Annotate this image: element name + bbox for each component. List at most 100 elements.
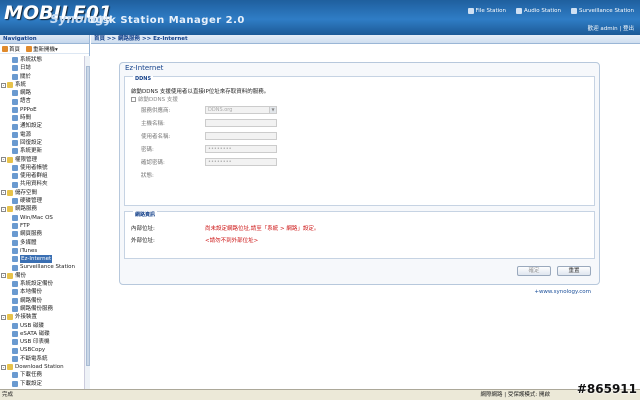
nav-folder[interactable]: - 外接裝置 xyxy=(0,313,84,321)
collapse-toggle-icon[interactable]: - xyxy=(1,364,6,370)
collapse-toggle-icon[interactable]: - xyxy=(1,157,6,163)
page-icon xyxy=(12,264,18,271)
home-icon xyxy=(2,45,8,52)
page-icon xyxy=(12,73,18,80)
nav-item-label: 系統 xyxy=(15,81,27,88)
folder-icon xyxy=(7,156,13,163)
nav-scrollbar[interactable] xyxy=(84,56,90,389)
audio-station-link[interactable]: Audio Station xyxy=(516,8,561,14)
chevron-down-icon: ▼ xyxy=(269,107,276,113)
nav-item[interactable]: iTunes xyxy=(0,247,84,255)
nav-item[interactable]: FTP xyxy=(0,222,84,230)
nav-item-label: 系統狀態 xyxy=(20,57,43,63)
nav-folder[interactable]: - 權限管理 xyxy=(0,156,84,164)
nav-item[interactable]: 系統狀態 xyxy=(0,56,84,64)
nav-item-label: 下載任務 xyxy=(20,372,43,379)
nav-item[interactable]: 語言 xyxy=(0,97,84,105)
reboot-icon xyxy=(26,45,33,52)
nav-item[interactable]: 網路備份服務 xyxy=(0,305,84,313)
reboot-button[interactable]: 重新開機▾ xyxy=(26,45,58,53)
provider-select[interactable]: DDNS.org ▼ xyxy=(205,106,277,114)
nav-item[interactable]: 本地備份 xyxy=(0,288,84,296)
nav-folder[interactable]: - 網路服務 xyxy=(0,205,84,213)
username-label: 使用者名稱: xyxy=(141,134,171,140)
surveillance-station-icon xyxy=(570,8,577,14)
collapse-toggle-icon[interactable]: - xyxy=(1,190,6,196)
nav-item[interactable]: 多媒體 xyxy=(0,239,84,247)
folder-icon xyxy=(7,82,13,89)
collapse-toggle-icon[interactable]: - xyxy=(1,314,6,320)
nav-item-label: 語言 xyxy=(20,98,32,105)
nav-item[interactable]: 下載設定 xyxy=(0,380,84,388)
nav-item[interactable]: 共用資料夾 xyxy=(0,180,84,188)
page-icon xyxy=(12,198,18,205)
page-icon xyxy=(12,281,18,288)
nav-item[interactable]: 網路備份 xyxy=(0,297,84,305)
hostname-field[interactable] xyxy=(205,119,277,127)
user-logout[interactable]: 歡迎 admin | 登出 xyxy=(588,24,634,32)
audio-station-icon xyxy=(516,8,523,14)
password-field[interactable]: •••••••• xyxy=(205,145,277,153)
nav-item[interactable]: USBCopy xyxy=(0,346,84,354)
header-bar: MOBILE01 Synology Disk Station Manager 2… xyxy=(0,0,640,35)
nav-item[interactable]: 日誌 xyxy=(0,64,84,72)
nav-item[interactable]: 系統更新 xyxy=(0,147,84,155)
nav-item-label: 使用者帳號 xyxy=(20,164,48,171)
apply-button[interactable]: 確定 xyxy=(517,266,551,276)
nav-item[interactable]: PPPoE xyxy=(0,106,84,114)
nav-item[interactable]: 使用者群組 xyxy=(0,172,84,180)
nav-item[interactable]: Win/Mac OS xyxy=(0,214,84,222)
username-field[interactable] xyxy=(205,132,277,140)
nav-item[interactable]: 電源 xyxy=(0,131,84,139)
nav-folder[interactable]: - 備份 xyxy=(0,272,84,280)
nav-item[interactable]: USB 印表機 xyxy=(0,338,84,346)
nav-item[interactable]: 回復設定 xyxy=(0,139,84,147)
internal-address-value: 尚未設定網路位址,請至「系統 > 網路」設定。 xyxy=(205,226,320,232)
page-icon xyxy=(12,306,18,313)
nav-item-label: FTP xyxy=(20,222,30,229)
nav-item[interactable]: eSATA 磁碟 xyxy=(0,330,84,338)
nav-item-label: 網路服務 xyxy=(15,206,38,213)
nav-item[interactable]: 通知設定 xyxy=(0,122,84,130)
nav-item[interactable]: Surveillance Station xyxy=(0,263,84,271)
nav-item[interactable]: 網頁服務 xyxy=(0,230,84,238)
main-content: 首頁 >> 網路服務 >> Ez-Internet Ez-Internet DD… xyxy=(91,35,640,389)
file-station-icon xyxy=(467,8,474,14)
collapse-toggle-icon[interactable]: - xyxy=(1,82,6,88)
file-station-link[interactable]: File Station xyxy=(467,8,506,14)
nav-item[interactable]: 網路 xyxy=(0,89,84,97)
nav-item[interactable]: USB 磁碟 xyxy=(0,322,84,330)
nav-item[interactable]: 使用者帳號 xyxy=(0,164,84,172)
checkbox-box[interactable] xyxy=(131,96,136,102)
reset-button[interactable]: 重置 xyxy=(557,266,591,276)
page-icon xyxy=(12,289,18,296)
page-icon xyxy=(12,173,18,180)
page-icon xyxy=(12,65,18,72)
collapse-toggle-icon[interactable]: - xyxy=(1,206,6,212)
page-icon xyxy=(12,214,18,221)
top-links: File Station Audio Station Surveillance … xyxy=(467,8,634,14)
nav-item[interactable]: Ez-Internet xyxy=(0,255,84,264)
nav-item[interactable]: 硬碟管理 xyxy=(0,197,84,205)
nav-folder[interactable]: - 系統 xyxy=(0,81,84,89)
confirm-password-field[interactable]: •••••••• xyxy=(205,158,277,166)
nav-item-label: 外接裝置 xyxy=(15,314,38,321)
nav-item[interactable]: 時間 xyxy=(0,114,84,122)
synology-link[interactable]: +www.synology.com xyxy=(534,289,591,295)
nav-item[interactable]: 關於 xyxy=(0,73,84,81)
page-icon xyxy=(12,322,18,329)
folder-icon xyxy=(7,206,13,213)
collapse-toggle-icon[interactable]: - xyxy=(1,273,6,279)
enable-ddns-checkbox[interactable]: 啟動DDNS 支援 xyxy=(131,95,178,103)
nav-item[interactable]: 下載任務 xyxy=(0,371,84,379)
home-button[interactable]: 首頁 xyxy=(2,45,20,53)
surveillance-station-link[interactable]: Surveillance Station xyxy=(570,8,634,14)
nav-item[interactable]: 不斷電系統 xyxy=(0,355,84,363)
nav-folder[interactable]: - 儲存空間 xyxy=(0,189,84,197)
nav-item-label: 系統設定備份 xyxy=(20,281,54,288)
status-label: 狀態: xyxy=(141,173,154,179)
ddns-legend: DDNS xyxy=(133,76,154,82)
nav-item[interactable]: 系統設定備份 xyxy=(0,280,84,288)
nav-folder[interactable]: - Download Station xyxy=(0,363,84,371)
nav-scroll-thumb[interactable] xyxy=(86,66,90,366)
